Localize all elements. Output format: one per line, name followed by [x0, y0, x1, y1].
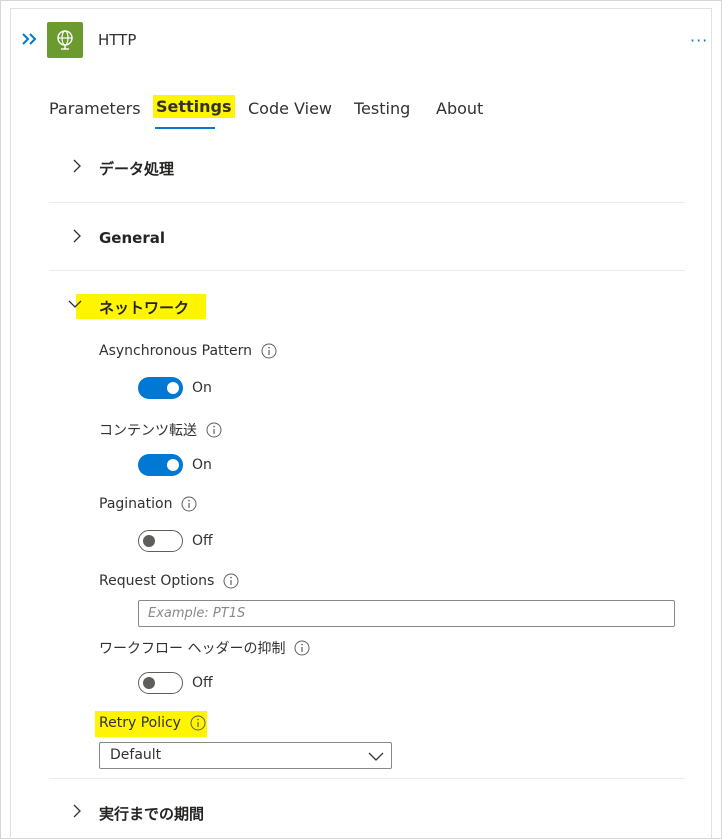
chevron-right-icon[interactable]	[70, 229, 84, 243]
chevron-down-icon[interactable]	[68, 297, 82, 311]
async-pattern-toggle[interactable]	[138, 377, 183, 399]
app-icon	[47, 22, 83, 58]
retry-policy-dropdown[interactable]: Default	[99, 742, 392, 769]
retry-policy-label: Retry Policy	[99, 715, 206, 731]
request-options-input[interactable]	[138, 600, 675, 627]
tab-testing[interactable]: Testing	[354, 99, 410, 118]
section-run-after-title[interactable]: 実行までの期間	[99, 803, 204, 824]
double-chevron-right-icon[interactable]	[21, 32, 37, 46]
suppress-headers-toggle[interactable]	[138, 672, 183, 694]
divider	[49, 202, 685, 203]
content-transfer-state: On	[192, 457, 212, 473]
pagination-state: Off	[192, 533, 213, 549]
suppress-headers-label: ワークフロー ヘッダーの抑制	[99, 638, 310, 658]
info-icon[interactable]	[223, 573, 239, 589]
async-pattern-state: On	[192, 380, 212, 396]
async-pattern-label: Asynchronous Pattern	[99, 343, 277, 359]
section-network-title[interactable]: ネットワーク	[99, 297, 189, 318]
info-icon[interactable]	[190, 715, 206, 731]
retry-policy-value: Default	[110, 747, 162, 763]
tab-parameters[interactable]: Parameters	[49, 99, 141, 118]
ellipsis-icon[interactable]: ···	[690, 31, 708, 50]
info-icon[interactable]	[206, 422, 222, 438]
request-options-label: Request Options	[99, 573, 239, 589]
chevron-right-icon[interactable]	[70, 159, 84, 173]
chevron-down-icon	[368, 752, 384, 761]
pagination-toggle[interactable]	[138, 530, 183, 552]
suppress-headers-state: Off	[192, 675, 213, 691]
tab-settings[interactable]: Settings	[153, 95, 235, 118]
divider	[49, 270, 685, 271]
section-general-title[interactable]: General	[99, 229, 165, 247]
tab-code-view[interactable]: Code View	[248, 99, 332, 118]
info-icon[interactable]	[261, 343, 277, 359]
content-transfer-label: コンテンツ転送	[99, 420, 222, 440]
divider	[49, 778, 685, 779]
chevron-right-icon[interactable]	[70, 804, 84, 818]
page-title: HTTP	[98, 31, 137, 49]
pagination-label: Pagination	[99, 496, 197, 512]
content-transfer-toggle[interactable]	[138, 454, 183, 476]
info-icon[interactable]	[181, 496, 197, 512]
tab-about[interactable]: About	[436, 99, 483, 118]
info-icon[interactable]	[294, 640, 310, 656]
globe-icon	[57, 30, 73, 50]
section-data-processing-title[interactable]: データ処理	[99, 158, 174, 179]
active-tab-indicator	[155, 127, 215, 129]
